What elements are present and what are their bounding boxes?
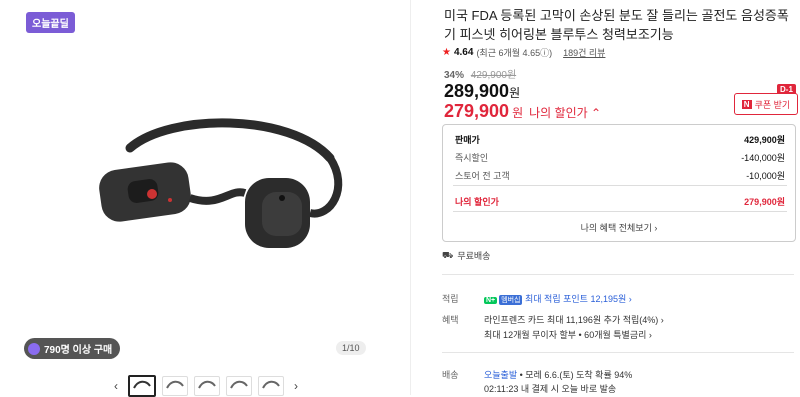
discount-percent: 34%: [444, 70, 465, 81]
points-row[interactable]: N+ 멤버십 최대 적립 포인트 12,195원 ›: [484, 292, 632, 305]
buyers-badge: 790명 이상 구매: [24, 338, 121, 359]
divider: [453, 185, 787, 186]
discount-row: 34% 429,900원: [444, 66, 516, 81]
thumbnail[interactable]: [194, 376, 220, 396]
my-price-toggle[interactable]: 나의 할인가 ⌃: [529, 104, 601, 121]
delivery-cutoff: 02:11:23 내 결제 시 오늘 바로 발송: [484, 384, 617, 394]
benefit-label: 혜택: [442, 315, 459, 325]
free-shipping-label: 무료배송: [457, 251, 491, 261]
breakdown-label: 판매가: [455, 135, 480, 145]
sale-price-value: 289,900: [444, 81, 510, 101]
benefit-installment[interactable]: 최대 12개월 무이자 할부 • 60개월 특별금리 ›: [484, 328, 652, 341]
rating-row: ★ 4.64 (최근 6개월 4.65ⓘ) 189건 리뷰: [442, 46, 605, 59]
breakdown-label: 스토어 전 고객: [455, 171, 510, 181]
breakdown-value: -10,000원: [746, 171, 785, 181]
breakdown-value: 279,900원: [744, 197, 785, 207]
rating-detail[interactable]: (최근 6개월 4.65ⓘ): [476, 46, 552, 59]
rating-score: 4.64: [453, 47, 474, 58]
divider: [442, 274, 794, 275]
star-icon: ★: [442, 47, 451, 58]
product-info: 미국 FDA 등록된 고막이 손상된 분도 잘 들리는 골전도 음성증폭기 피스…: [430, 0, 800, 395]
delivery-row: 오늘출발 • 모레 6.6.(토) 도착 확률 94%: [484, 368, 632, 381]
membership-icon: 멤버십: [499, 295, 523, 305]
breakdown-value: 429,900원: [744, 135, 785, 145]
price-breakdown: 판매가 429,900원 즉시할인 -140,000원 스토어 전 고객 -10…: [442, 124, 796, 242]
buyers-count: 790명 이상 구매: [44, 345, 113, 356]
review-link[interactable]: 189건 리뷰: [563, 46, 605, 59]
breakdown-label: 나의 할인가: [455, 197, 499, 207]
all-benefits-link[interactable]: 나의 혜택 전체보기 ›: [443, 221, 795, 234]
breakdown-row: 나의 할인가 279,900원: [455, 195, 785, 208]
thumbnail[interactable]: [258, 376, 284, 396]
coupon-button[interactable]: N 쿠폰 받기: [734, 93, 798, 115]
my-price-unit: 원: [512, 106, 524, 120]
breakdown-row: 스토어 전 고객 -10,000원: [455, 169, 785, 182]
coupon-label: 쿠폰 받기: [754, 99, 791, 110]
breakdown-label: 즉시할인: [455, 153, 489, 163]
product-title: 미국 FDA 등록된 고막이 손상된 분도 잘 들리는 골전도 음성증폭기 피스…: [444, 8, 789, 42]
divider: [453, 211, 787, 212]
benefit-card[interactable]: 라인프렌즈 카드 최대 11,196원 추가 적립(4%) ›: [484, 313, 664, 326]
purchase-icon: [28, 342, 40, 355]
naver-icon: N: [741, 99, 752, 109]
my-price[interactable]: 279,900 원 나의 할인가 ⌃: [444, 101, 601, 122]
original-price: 429,900원: [470, 70, 517, 81]
today-ship-label: 오늘출발: [484, 370, 518, 380]
breakdown-row: 즉시할인 -140,000원: [455, 151, 785, 164]
divider: [442, 352, 794, 353]
sale-price: 289,900원: [444, 81, 520, 102]
points-text: 최대 적립 포인트 12,195원 ›: [525, 294, 632, 304]
product-gallery: 오늘끝딜 790명 이상 구매 1/10 ‹ ›: [0, 0, 411, 397]
delivery-estimate: • 모레 6.6.(토) 도착 확률 94%: [517, 370, 633, 380]
thumbnail[interactable]: [128, 375, 156, 397]
points-label: 적립: [442, 294, 459, 304]
deal-badge: 오늘끝딜: [26, 12, 75, 33]
thumbnail[interactable]: [162, 376, 188, 396]
free-shipping: ⛟ 무료배송: [442, 249, 490, 262]
product-image[interactable]: [30, 118, 360, 268]
image-pager: 1/10: [336, 341, 366, 355]
sale-price-unit: 원: [509, 86, 521, 100]
npay-icon: N+: [484, 297, 498, 304]
thumbnail-strip: ‹ ›: [110, 375, 302, 397]
next-thumb-icon[interactable]: ›: [290, 379, 302, 393]
breakdown-value: -140,000원: [741, 153, 785, 163]
delivery-label: 배송: [442, 370, 459, 380]
prev-thumb-icon[interactable]: ‹: [110, 379, 122, 393]
breakdown-row: 판매가 429,900원: [455, 133, 785, 146]
my-price-value: 279,900: [444, 101, 510, 121]
truck-icon: ⛟: [442, 249, 454, 260]
thumbnail[interactable]: [226, 376, 252, 396]
